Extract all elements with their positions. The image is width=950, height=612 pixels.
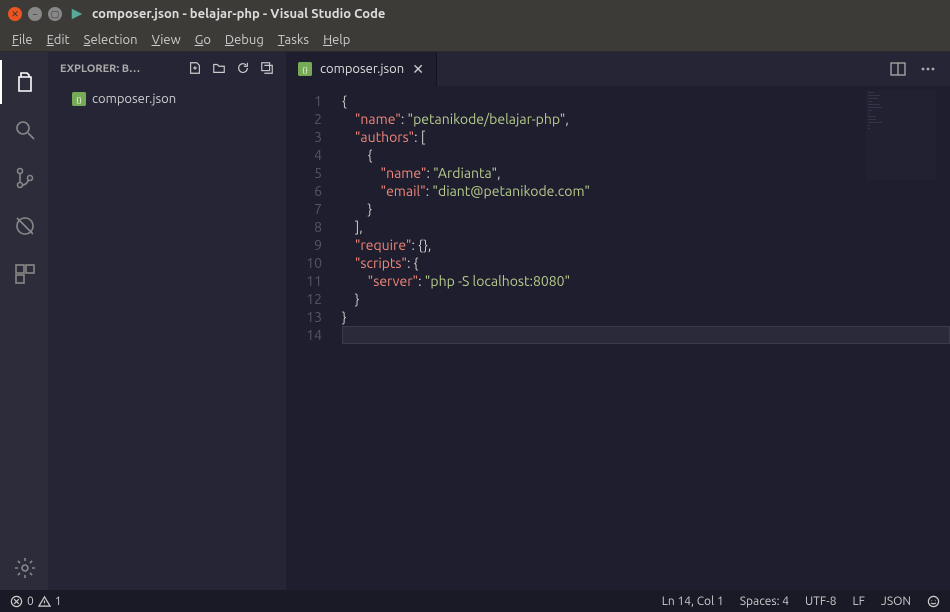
warning-icon	[38, 595, 51, 608]
window-close-button[interactable]: ✕	[8, 7, 22, 21]
json-file-icon: {}	[72, 92, 86, 106]
search-icon[interactable]	[0, 108, 48, 152]
line-number-gutter: 1234567891011121314	[286, 86, 336, 590]
sidebar-title: EXPLORER: B…	[60, 63, 182, 75]
tab-label: composer.json	[320, 62, 404, 76]
window-titlebar: ✕ – ▢ composer.json - belajar-php - Visu…	[0, 0, 950, 28]
settings-gear-icon[interactable]	[0, 546, 48, 590]
svg-text:{}: {}	[76, 97, 82, 105]
status-problems[interactable]: 0 1	[10, 595, 62, 608]
menu-help[interactable]: Help	[317, 31, 356, 49]
menu-view[interactable]: View	[146, 31, 187, 49]
menubar: FileEditSelectionViewGoDebugTasksHelp	[0, 28, 950, 52]
tab-actions	[876, 52, 950, 86]
split-editor-icon[interactable]	[890, 61, 906, 77]
editor-area: {} composer.json ✕ 1234567891011121314 {…	[286, 52, 950, 590]
window-minimize-button[interactable]: –	[28, 7, 42, 21]
status-feedback-icon[interactable]	[927, 595, 940, 608]
tab-close-icon[interactable]: ✕	[412, 61, 424, 78]
sidebar-header: EXPLORER: B…	[48, 52, 286, 86]
code-editor[interactable]: 1234567891011121314 { "name": "petanikod…	[286, 86, 950, 590]
debug-icon[interactable]	[0, 204, 48, 248]
status-indentation[interactable]: Spaces: 4	[740, 595, 789, 608]
status-eol[interactable]: LF	[853, 595, 865, 608]
file-tree: {} composer.json	[48, 86, 286, 112]
file-name: composer.json	[92, 92, 176, 106]
menu-edit[interactable]: Edit	[41, 31, 76, 49]
menu-file[interactable]: File	[6, 31, 39, 49]
source-control-icon[interactable]	[0, 156, 48, 200]
menu-debug[interactable]: Debug	[219, 31, 270, 49]
menu-go[interactable]: Go	[189, 31, 217, 49]
explorer-icon[interactable]	[0, 60, 48, 104]
explorer-sidebar: EXPLORER: B… {} composer.json	[48, 52, 286, 590]
status-encoding[interactable]: UTF-8	[805, 595, 836, 608]
menu-tasks[interactable]: Tasks	[272, 31, 315, 49]
window-title: composer.json - belajar-php - Visual Stu…	[92, 7, 385, 21]
new-file-icon[interactable]	[188, 61, 202, 78]
status-bar: 0 1 Ln 14, Col 1 Spaces: 4 UTF-8 LF JSON	[0, 590, 950, 612]
status-cursor-position[interactable]: Ln 14, Col 1	[662, 595, 724, 608]
json-file-icon: {}	[298, 62, 312, 76]
activity-bar	[0, 52, 48, 590]
menu-selection[interactable]: Selection	[78, 31, 144, 49]
new-folder-icon[interactable]	[212, 61, 226, 78]
window-maximize-button[interactable]: ▢	[48, 7, 62, 21]
code-content: { "name": "petanikode/belajar-php", "aut…	[336, 86, 950, 590]
error-icon	[10, 595, 23, 608]
extensions-icon[interactable]	[0, 252, 48, 296]
file-tree-item[interactable]: {} composer.json	[48, 90, 286, 108]
sidebar-actions	[188, 61, 274, 78]
status-language[interactable]: JSON	[881, 595, 911, 608]
window-controls: ✕ – ▢	[8, 7, 62, 21]
svg-text:{}: {}	[302, 67, 308, 75]
vscode-icon	[70, 7, 84, 21]
collapse-all-icon[interactable]	[260, 61, 274, 78]
editor-tabbar: {} composer.json ✕	[286, 52, 950, 86]
more-actions-icon[interactable]	[920, 61, 936, 77]
refresh-icon[interactable]	[236, 61, 250, 78]
editor-tab[interactable]: {} composer.json ✕	[286, 52, 437, 86]
